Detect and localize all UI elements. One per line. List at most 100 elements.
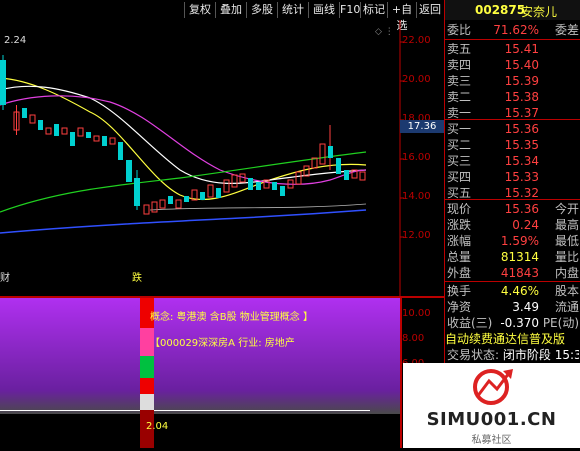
stat-label: 收益(三) xyxy=(447,316,493,330)
stat-value: -0.370 xyxy=(500,316,539,330)
indicator-concept-text: 概念: 粤港澳 含B股 物业管理概念 】 xyxy=(150,312,313,323)
current-price-tag: 17.36 xyxy=(400,120,444,133)
indicator-bar-green xyxy=(140,356,154,378)
indicator-bar-white xyxy=(140,394,154,410)
bid-price: 15.36 xyxy=(504,122,539,136)
y-tick-14: 14.00 xyxy=(402,191,431,202)
ask-label: 卖四 xyxy=(447,58,472,72)
ask3-row[interactable]: 卖三 15.39 xyxy=(447,73,579,89)
stat-label: 现价 xyxy=(447,202,472,216)
bid3-row[interactable]: 买三 15.34 xyxy=(447,153,579,169)
stat-label2: 内盘 xyxy=(554,266,579,280)
finance-marker[interactable]: 财 xyxy=(0,269,10,284)
stat-value: 4.46% xyxy=(500,284,539,298)
stat-label2: 流通 xyxy=(554,300,579,314)
indicator-bar-red2 xyxy=(140,378,154,394)
stat-value: 81314 xyxy=(500,250,539,264)
watermark-logo: SIMU001.CN 私募社区 xyxy=(403,363,580,448)
trade-status-row: 交易状态: 闭市阶段 15:3 xyxy=(447,347,579,363)
ask-price: 15.38 xyxy=(504,90,539,104)
indicator-bar-value: 2.04 xyxy=(146,421,169,432)
y-tick-22: 22.00 xyxy=(402,35,431,46)
bid-price: 15.33 xyxy=(504,170,539,184)
stat-label2: 量比 xyxy=(554,250,579,264)
bid-label: 买二 xyxy=(447,138,472,152)
ma250-line xyxy=(149,203,367,211)
stat-row-turnover: 换手 4.46% 股本 xyxy=(447,283,579,299)
back-button[interactable]: 返回 xyxy=(416,2,443,18)
trade-status-label: 交易状态: xyxy=(447,348,500,362)
ask-price: 15.39 xyxy=(504,74,539,88)
bid2-row[interactable]: 买二 15.35 xyxy=(447,137,579,153)
watermark-subtext: 私募社区 xyxy=(471,435,512,446)
restore-rights-button[interactable]: 复权 xyxy=(184,2,215,18)
mark-button[interactable]: 标记 xyxy=(360,2,387,18)
stat-row-earnings: 收益(三) -0.370 PE(动) xyxy=(447,315,579,331)
scroll-markers-icon[interactable]: ◇ ⋮ xyxy=(375,27,394,37)
stat-row-volume: 总量 81314 量比 xyxy=(447,249,579,265)
indicator-axis-line xyxy=(400,298,402,448)
stat-label: 涨跌 xyxy=(447,218,472,232)
stat-row-change: 涨跌 0.24 最高 xyxy=(447,217,579,233)
bid-price: 15.34 xyxy=(504,154,539,168)
stat-row-net-assets: 净资 3.49 流通 xyxy=(447,299,579,315)
bid1-row[interactable]: 买一 15.36 xyxy=(447,121,579,137)
ind-tick-8: 8.00 xyxy=(402,333,425,344)
bid-price: 15.35 xyxy=(504,138,539,152)
bid4-row[interactable]: 买四 15.33 xyxy=(447,169,579,185)
ask-price: 15.41 xyxy=(504,42,539,56)
trade-status-time: 15:3 xyxy=(554,348,579,362)
ratio-row: 委比 71.62% 委差 xyxy=(447,22,579,38)
stat-label: 外盘 xyxy=(447,266,472,280)
down-marker[interactable]: 跌 xyxy=(132,269,142,284)
kline-svg: ◇ ⋮ xyxy=(0,20,404,298)
renewal-banner[interactable]: 自动续费通达信普及版 xyxy=(445,331,580,347)
ask4-row[interactable]: 卖四 15.40 xyxy=(447,57,579,73)
stat-label: 换手 xyxy=(447,284,472,298)
stat-value: 1.59% xyxy=(500,234,539,248)
stock-header: 002875 安奈儿 xyxy=(445,0,580,20)
add-favorite-button[interactable]: +自选 xyxy=(387,2,416,32)
ratio-value: 71.62% xyxy=(493,23,539,37)
statistics-button[interactable]: 统计 xyxy=(277,2,308,18)
indicator-baseline xyxy=(0,410,370,411)
ma120-line xyxy=(0,209,367,234)
bid-label: 买四 xyxy=(447,170,472,184)
stat-label2: 今开 xyxy=(554,202,579,216)
bid-label: 买三 xyxy=(447,154,472,168)
bid-label: 买一 xyxy=(447,122,472,136)
indicator-industry-text: 【000029深深房A 行业: 房地产 xyxy=(150,338,295,349)
stat-row-pct: 涨幅 1.59% 最低 xyxy=(447,233,579,249)
draw-line-button[interactable]: 画线 xyxy=(308,2,339,18)
ind-tick-10: 10.00 xyxy=(402,308,431,319)
kline-chart[interactable]: ◇ ⋮ 22.00 20.00 18.00 16.00 14.00 12.00 … xyxy=(0,20,444,298)
indicator-panel[interactable]: 概念: 粤港澳 含B股 物业管理概念 】 【000029深深房A 行业: 房地产… xyxy=(0,298,444,448)
ask-label: 卖二 xyxy=(447,90,472,104)
ask5-row[interactable]: 卖五 15.41 xyxy=(447,41,579,57)
stat-row-outer: 外盘 41843 内盘 xyxy=(447,265,579,281)
stat-value: 0.24 xyxy=(512,218,539,232)
ask2-row[interactable]: 卖二 15.38 xyxy=(447,89,579,105)
stat-value: 3.49 xyxy=(512,300,539,314)
stat-value: 41843 xyxy=(500,266,539,280)
stat-label2: 最低 xyxy=(554,234,579,248)
f10-button[interactable]: F10 xyxy=(339,2,360,18)
ma60-line xyxy=(0,151,367,213)
watermark-text: SIMU001.CN xyxy=(426,409,557,430)
multi-stock-button[interactable]: 多股 xyxy=(246,2,277,18)
stat-value: 15.36 xyxy=(504,202,539,216)
stock-code: 002875 xyxy=(475,3,526,17)
ask-price: 15.40 xyxy=(504,58,539,72)
y-tick-12: 12.00 xyxy=(402,230,431,241)
ask-label: 卖三 xyxy=(447,74,472,88)
overlay-button[interactable]: 叠加 xyxy=(215,2,246,18)
stock-name: 安奈儿 xyxy=(521,5,558,19)
stat-row-price: 现价 15.36 今开 xyxy=(447,201,579,217)
trade-status-value: 闭市阶段 xyxy=(502,348,551,362)
ratio-extra-label: 委差 xyxy=(554,23,579,37)
stat-label2: 股本 xyxy=(554,284,579,298)
ratio-label: 委比 xyxy=(447,23,472,37)
y-tick-16: 16.00 xyxy=(402,152,431,163)
stat-label: 总量 xyxy=(447,250,472,264)
stat-label: 净资 xyxy=(447,300,472,314)
